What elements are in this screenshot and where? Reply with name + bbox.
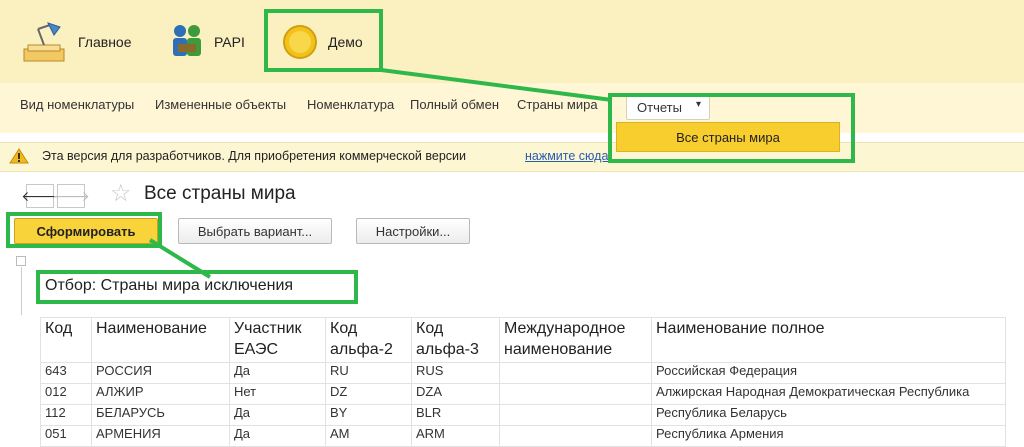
highlight-generate-button xyxy=(6,212,162,248)
connector-demo-to-reports xyxy=(380,68,613,102)
highlight-reports-menu xyxy=(608,93,855,163)
highlight-filter xyxy=(36,270,358,304)
highlight-demo-section xyxy=(264,9,383,72)
